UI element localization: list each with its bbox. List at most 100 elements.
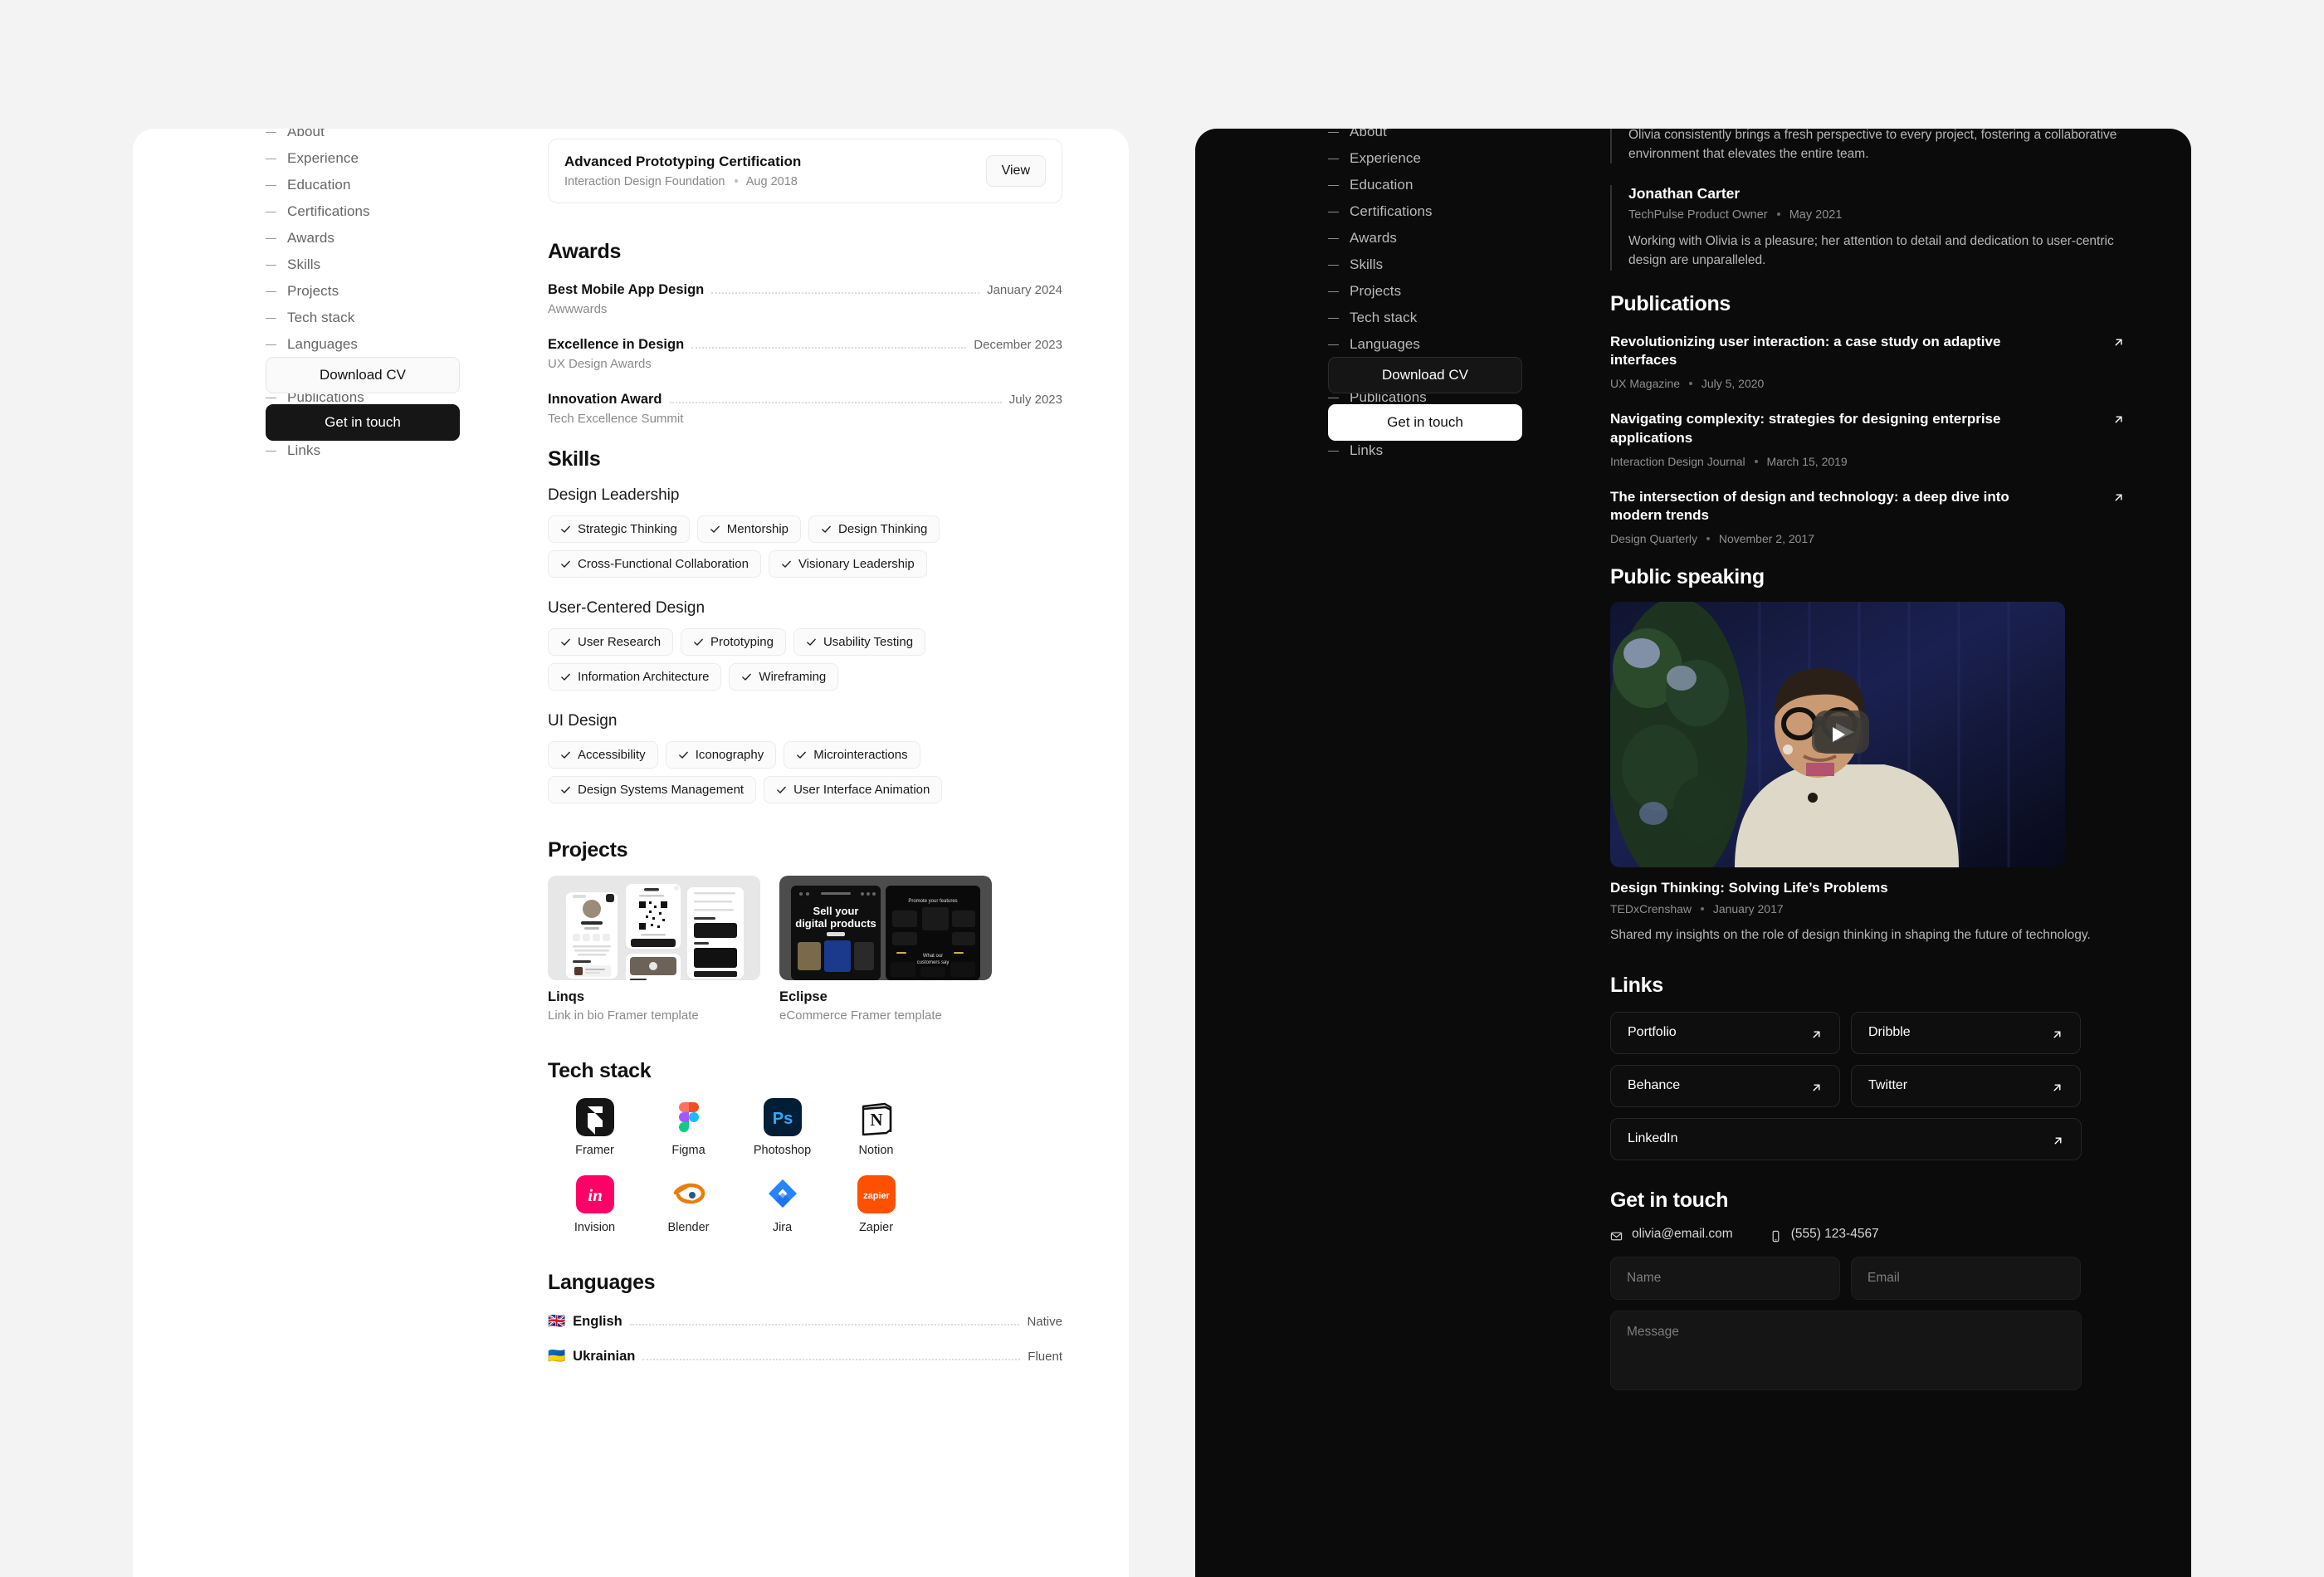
link-button-portfolio[interactable]: Portfolio <box>1610 1011 1840 1054</box>
check-icon <box>742 673 752 681</box>
skill-group-title: UI Design <box>548 712 618 730</box>
sidebar-item-education[interactable]: Education <box>266 172 515 198</box>
link-button-linkedin[interactable]: LinkedIn <box>1610 1117 2082 1160</box>
dash-icon <box>266 184 276 186</box>
sidebar-item-links[interactable]: Links <box>1328 437 1577 464</box>
skill-chip-label: Prototyping <box>710 635 774 649</box>
tech-item[interactable]: Framer <box>548 1098 642 1157</box>
project-card[interactable]: Linqs Link in bio Framer template <box>548 876 760 1023</box>
sidebar-item-label: Links <box>1350 442 1384 458</box>
contact-email[interactable]: olivia@email.com <box>1610 1227 1733 1243</box>
sidebar-item-certifications[interactable]: Certifications <box>1328 198 1577 225</box>
skill-chip[interactable]: Visionary Leadership <box>768 550 927 578</box>
skill-chip[interactable]: Mentorship <box>696 515 801 543</box>
sidebar-item-projects[interactable]: Projects <box>1328 278 1577 305</box>
check-icon <box>822 525 831 533</box>
skill-chip-label: Wireframing <box>759 670 827 684</box>
skill-chip[interactable]: Prototyping <box>681 628 786 656</box>
skill-chip[interactable]: Wireframing <box>729 663 839 691</box>
sidebar-item-tech-stack[interactable]: Tech stack <box>1328 305 1577 331</box>
project-name: Eclipse <box>779 989 828 1004</box>
certification-meta: Interaction Design Foundation Aug 2018 <box>564 175 801 188</box>
link-button-behance[interactable]: Behance <box>1610 1064 1840 1107</box>
sidebar-item-awards[interactable]: Awards <box>266 225 515 251</box>
skill-chip[interactable]: Microinteractions <box>784 741 920 769</box>
check-icon <box>710 525 720 533</box>
talk-title: Design Thinking: Solving Life’s Problems <box>1610 880 1888 896</box>
sidebar-item-experience[interactable]: Experience <box>1328 145 1577 172</box>
svg-text:N: N <box>870 1110 882 1130</box>
tech-item[interactable]: N Notion <box>829 1098 923 1157</box>
project-card[interactable]: Sell your digital products Promote your … <box>779 876 992 1023</box>
skill-chip[interactable]: Accessibility <box>548 741 658 769</box>
tech-item[interactable]: Jira <box>735 1175 829 1234</box>
sidebar-item-links[interactable]: Links <box>266 437 515 464</box>
project-thumbnail-linqs[interactable] <box>548 876 760 980</box>
tech-item[interactable]: in Invision <box>548 1175 642 1234</box>
name-field[interactable] <box>1610 1256 1840 1300</box>
talk-video-thumbnail[interactable] <box>1610 602 2065 868</box>
download-cv-button-dark[interactable]: Download CV <box>1328 357 1522 393</box>
dark-sidebar-actions: Download CV Get in touch <box>1328 357 1522 441</box>
sidebar-item-education[interactable]: Education <box>1328 172 1577 198</box>
sidebar-item-certifications[interactable]: Certifications <box>266 198 515 225</box>
download-cv-button[interactable]: Download CV <box>266 357 460 393</box>
page-root: About Experience Education Certification… <box>0 0 2324 1577</box>
dash-icon <box>266 450 276 452</box>
play-icon[interactable] <box>1812 716 1863 754</box>
skill-chip[interactable]: Usability Testing <box>793 628 926 656</box>
tech-item[interactable]: zapier Zapier <box>829 1175 923 1234</box>
skill-chip[interactable]: Design Systems Management <box>548 776 757 803</box>
contact-phone-text: (555) 123-4567 <box>1790 1227 1879 1242</box>
jira-icon <box>764 1175 802 1213</box>
contact-phone[interactable]: (555) 123-4567 <box>1770 1227 1879 1243</box>
light-main-content: Certified Usability Professional Nielsen… <box>548 129 1062 1383</box>
sidebar-item-awards[interactable]: Awards <box>1328 225 1577 251</box>
award-org: Awwwards <box>548 302 608 316</box>
message-field[interactable] <box>1610 1310 2082 1390</box>
dash-icon <box>1328 290 1339 292</box>
tech-stack-heading: Tech stack <box>548 1059 652 1082</box>
tech-item[interactable]: Figma <box>642 1098 735 1157</box>
publication-row[interactable]: Revolutionizing user interaction: a case… <box>1610 333 2125 391</box>
sidebar-item-about[interactable]: About <box>266 129 515 145</box>
skill-chip[interactable]: Cross-Functional Collaboration <box>548 550 761 578</box>
sidebar-item-skills[interactable]: Skills <box>1328 251 1577 278</box>
skill-chip[interactable]: Iconography <box>665 741 777 769</box>
tech-item[interactable]: Ps Photoshop <box>735 1098 829 1157</box>
get-in-touch-button[interactable]: Get in touch <box>266 404 460 441</box>
publication-row[interactable]: Navigating complexity: strategies for de… <box>1610 410 2125 468</box>
publication-source: UX Magazine <box>1610 377 1681 391</box>
contact-form-row <box>1610 1256 2125 1300</box>
leader-dots <box>691 347 967 349</box>
certification-card[interactable]: Advanced Prototyping Certification Inter… <box>548 139 1062 203</box>
email-field[interactable] <box>1851 1256 2081 1300</box>
sidebar-item-skills[interactable]: Skills <box>266 251 515 278</box>
publication-title: The intersection of design and technolog… <box>1610 488 2009 524</box>
skill-chip[interactable]: Information Architecture <box>548 663 722 691</box>
check-icon <box>777 786 786 793</box>
link-button-twitter[interactable]: Twitter <box>1851 1064 2081 1107</box>
skill-chip[interactable]: Strategic Thinking <box>548 515 690 543</box>
sidebar-item-experience[interactable]: Experience <box>266 145 515 172</box>
project-thumbnail-eclipse[interactable]: Sell your digital products Promote your … <box>779 876 992 980</box>
talk-meta: TEDxCrenshaw January 2017 <box>1610 902 2125 915</box>
tech-item[interactable]: Blender <box>642 1175 735 1234</box>
award-date: January 2024 <box>987 283 1062 297</box>
sidebar-item-languages[interactable]: Languages <box>1328 331 1577 358</box>
sidebar-item-languages[interactable]: Languages <box>266 331 515 358</box>
sidebar-item-about[interactable]: About <box>1328 129 1577 145</box>
sidebar-item-tech-stack[interactable]: Tech stack <box>266 305 515 331</box>
publication-row[interactable]: The intersection of design and technolog… <box>1610 488 2125 546</box>
link-button-dribble[interactable]: Dribble <box>1851 1011 2081 1054</box>
award-name: Best Mobile App Design <box>548 282 705 297</box>
skill-chip[interactable]: Design Thinking <box>808 515 940 543</box>
view-certification-button[interactable]: View <box>985 155 1046 187</box>
publication-info: The intersection of design and technolog… <box>1610 488 2042 546</box>
get-in-touch-button-dark[interactable]: Get in touch <box>1328 404 1522 441</box>
skill-chip[interactable]: User Interface Animation <box>764 776 943 803</box>
tech-label: Blender <box>667 1221 710 1234</box>
sidebar-item-label: Certifications <box>1350 203 1433 219</box>
skill-chip[interactable]: User Research <box>548 628 674 656</box>
sidebar-item-projects[interactable]: Projects <box>266 278 515 305</box>
